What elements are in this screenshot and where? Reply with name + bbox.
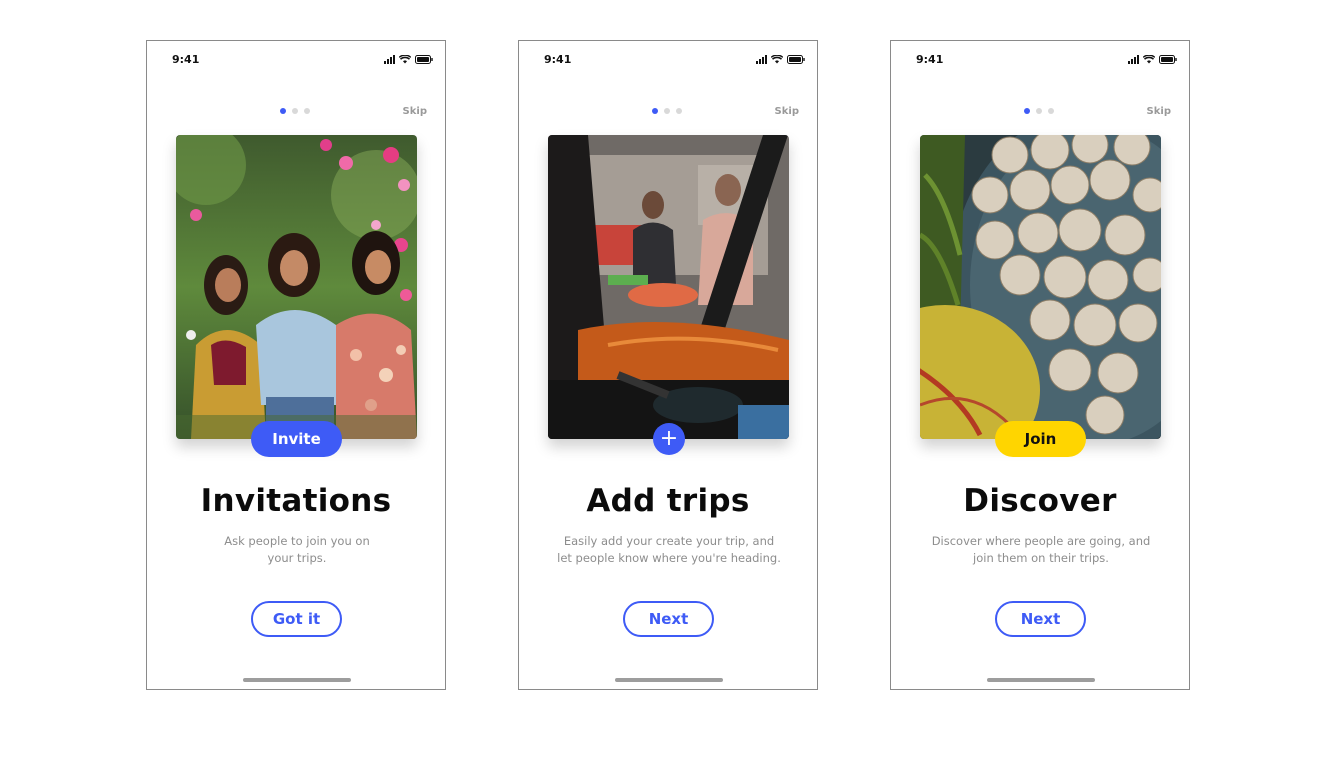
signal-icon [384, 54, 395, 64]
page-dot [304, 108, 310, 114]
status-icons [1128, 53, 1177, 65]
battery-icon [787, 54, 805, 64]
onboarding-screen-discover: 9:41 Skip Join Discover Discover where p… [890, 40, 1190, 690]
status-time: 9:41 [544, 53, 572, 66]
page-dot-active [1024, 108, 1030, 114]
description-line: Easily add your create your trip, and [563, 534, 775, 548]
next-button[interactable]: Next [623, 601, 714, 637]
skip-link[interactable]: Skip [403, 106, 427, 117]
page-dot [1048, 108, 1054, 114]
signal-icon [756, 54, 767, 64]
home-indicator [987, 678, 1095, 682]
screen-title: Add trips [586, 483, 750, 519]
skip-link[interactable]: Skip [775, 106, 799, 117]
description-line: Discover where people are going, and [931, 534, 1151, 548]
page-indicator [280, 108, 310, 114]
got-it-button[interactable]: Got it [251, 601, 342, 637]
status-time: 9:41 [172, 53, 200, 66]
page-dot [1036, 108, 1042, 114]
status-time: 9:41 [916, 53, 944, 66]
skip-link[interactable]: Skip [1147, 106, 1171, 117]
next-button[interactable]: Next [995, 601, 1086, 637]
onboarding-canvas: 9:41 Skip Invite Invitations Ask people … [0, 0, 1336, 768]
screen-description: Discover where people are going, and joi… [921, 533, 1161, 567]
street-food-photo [920, 135, 1161, 439]
page-dot-active [652, 108, 658, 114]
page-indicator [652, 108, 682, 114]
auto-rickshaw-market-photo [548, 135, 789, 439]
join-badge: Join [995, 421, 1086, 457]
battery-icon [415, 54, 433, 64]
signal-icon [1128, 54, 1139, 64]
screen-description: Ask people to join you on your trips. [177, 533, 417, 567]
description-line: your trips. [267, 551, 327, 565]
page-dot-active [280, 108, 286, 114]
page-dot [292, 108, 298, 114]
description-line: let people know where you're heading. [557, 551, 781, 565]
page-dot [676, 108, 682, 114]
description-line: join them on their trips. [973, 551, 1109, 565]
wifi-icon [771, 54, 783, 64]
wifi-icon [1143, 54, 1155, 64]
home-indicator [243, 678, 351, 682]
home-indicator [615, 678, 723, 682]
wifi-icon [399, 54, 411, 64]
add-trip-button[interactable]: + [653, 423, 685, 455]
screen-title: Discover [963, 483, 1117, 519]
screen-description: Easily add your create your trip, and le… [549, 533, 789, 567]
status-icons [756, 53, 805, 65]
status-icons [384, 53, 433, 65]
invite-badge: Invite [251, 421, 342, 457]
battery-icon [1159, 54, 1177, 64]
onboarding-screen-add-trips: 9:41 Skip + Add trips Easily add your cr… [518, 40, 818, 690]
page-indicator [1024, 108, 1054, 114]
screen-title: Invitations [200, 483, 392, 519]
onboarding-screen-invitations: 9:41 Skip Invite Invitations Ask people … [146, 40, 446, 690]
friends-garden-photo [176, 135, 417, 439]
description-line: Ask people to join you on [224, 534, 370, 548]
page-dot [664, 108, 670, 114]
